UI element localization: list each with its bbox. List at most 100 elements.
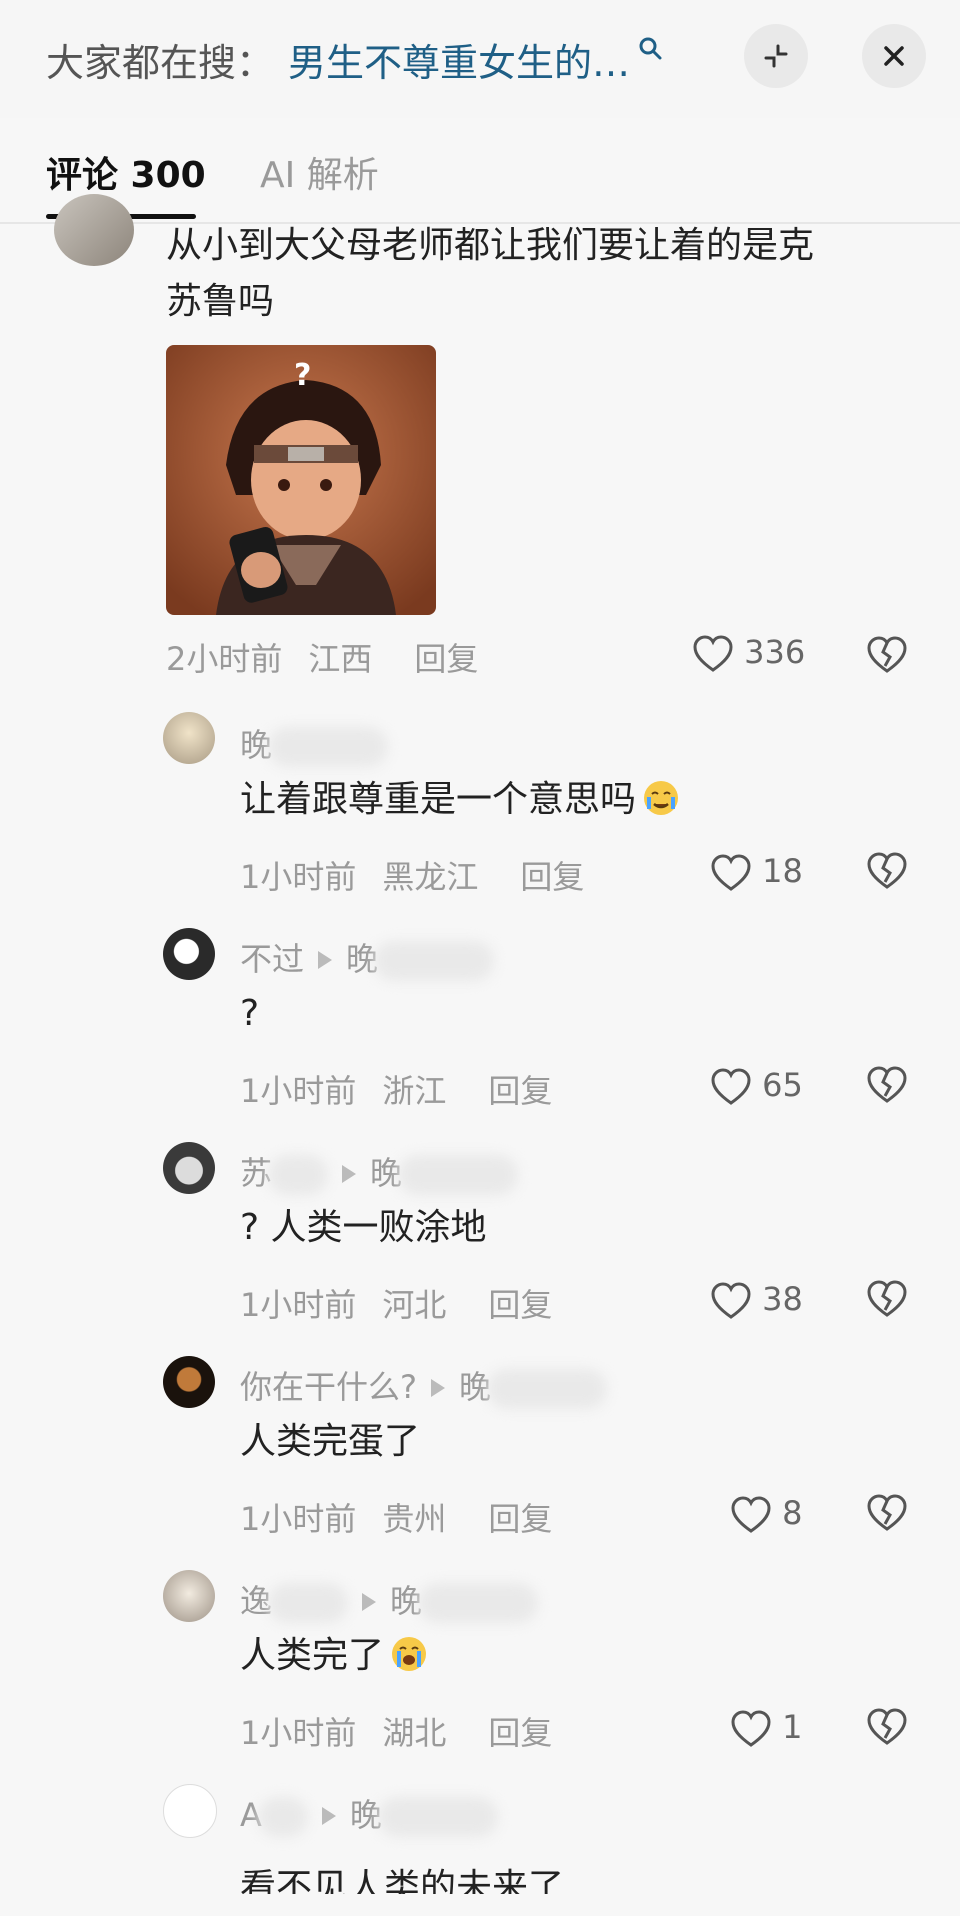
like-button[interactable]: 18 bbox=[710, 852, 803, 892]
reply-meta: 1小时前 黑龙江 回复 bbox=[240, 852, 610, 898]
tab-comments[interactable]: 评论 300 bbox=[46, 146, 206, 198]
reply-item: 苏晚 ? 人类一败涂地 1小时前 河北 回复 38 bbox=[0, 1134, 960, 1334]
reply-username: 晚 bbox=[240, 720, 389, 767]
reply-location: 黑龙江 bbox=[382, 858, 479, 896]
search-bar[interactable]: 大家都在搜： 男生不尊重女生的… bbox=[0, 0, 960, 118]
comment-time: 2小时前 bbox=[166, 640, 283, 678]
comment-text-line-2: 苏鲁吗 bbox=[166, 281, 275, 322]
search-prefix: 大家都在搜： bbox=[46, 41, 275, 85]
svg-text:?: ? bbox=[294, 358, 311, 393]
reply-button[interactable]: 回复 bbox=[488, 1714, 552, 1752]
reply-button[interactable]: 回复 bbox=[414, 640, 478, 678]
tab-ai-analysis[interactable]: AI 解析 bbox=[260, 146, 379, 198]
reply-button[interactable]: 回复 bbox=[488, 1072, 552, 1110]
reply-arrow-icon bbox=[362, 1593, 377, 1611]
avatar[interactable] bbox=[163, 928, 215, 980]
reply-arrow-icon bbox=[431, 1379, 445, 1397]
like-count: 65 bbox=[762, 1066, 803, 1104]
dislike-button[interactable] bbox=[866, 1280, 908, 1322]
reply-item: 你在干什么? 晚 人类完蛋了 1小时前 贵州 回复 8 bbox=[0, 1348, 960, 1548]
like-count: 38 bbox=[762, 1280, 803, 1318]
broken-heart-icon bbox=[867, 852, 907, 889]
reply-meta: 1小时前 浙江 回复 bbox=[240, 1066, 578, 1112]
redacted-name bbox=[257, 1797, 308, 1837]
dislike-button[interactable] bbox=[866, 1708, 908, 1750]
heart-icon bbox=[693, 635, 733, 672]
avatar[interactable] bbox=[163, 1570, 215, 1622]
redacted-name bbox=[374, 941, 495, 981]
comment-text-line-1: 从小到大父母老师都让我们要让着的是克 bbox=[166, 225, 815, 266]
like-count: 336 bbox=[744, 633, 806, 671]
reply-item: 逸晚 人类完了 1小时前 湖北 回复 1 bbox=[0, 1562, 960, 1762]
like-button[interactable]: 38 bbox=[710, 1280, 803, 1320]
redacted-name bbox=[377, 1797, 498, 1837]
reply-arrow-icon bbox=[321, 1807, 336, 1825]
broken-heart-icon bbox=[867, 636, 907, 673]
reply-text: 人类完蛋了 bbox=[240, 1421, 421, 1462]
like-button[interactable]: 65 bbox=[710, 1066, 803, 1106]
reply-location: 贵州 bbox=[382, 1500, 447, 1538]
reply-text: ? 人类一败涂地 bbox=[240, 1207, 487, 1248]
reply-time: 1小时前 bbox=[240, 1072, 357, 1110]
comment-item: 从小到大父母老师都让我们要让着的是克 苏鲁吗 2小时前 江西 回复 bbox=[0, 194, 960, 698]
reply-button[interactable]: 回复 bbox=[520, 858, 584, 896]
like-count: 18 bbox=[762, 852, 803, 890]
crying-emoji-icon bbox=[644, 781, 679, 815]
reply-text: 人类完了 bbox=[240, 1628, 428, 1684]
dislike-button[interactable] bbox=[866, 636, 908, 678]
reply-username: A晚 bbox=[240, 1790, 498, 1837]
dislike-button[interactable] bbox=[866, 1494, 908, 1536]
reply-time: 1小时前 bbox=[240, 1286, 357, 1324]
heart-icon bbox=[711, 1282, 751, 1319]
reply-location: 河北 bbox=[382, 1286, 447, 1324]
username[interactable]: 你在干什么? bbox=[240, 1368, 417, 1406]
avatar[interactable] bbox=[163, 712, 215, 764]
avatar[interactable] bbox=[54, 194, 134, 266]
reply-time: 1小时前 bbox=[240, 1714, 357, 1752]
collapse-icon bbox=[764, 44, 788, 68]
reply-item: 不过晚 ? 1小时前 浙江 回复 65 bbox=[0, 920, 960, 1120]
broken-heart-icon bbox=[867, 1280, 907, 1317]
search-icon[interactable] bbox=[636, 34, 664, 62]
close-button[interactable] bbox=[862, 24, 926, 88]
like-count: 1 bbox=[782, 1708, 803, 1746]
like-button[interactable]: 8 bbox=[730, 1494, 803, 1534]
like-button[interactable]: 1 bbox=[730, 1708, 803, 1748]
dislike-button[interactable] bbox=[866, 852, 908, 894]
comment-meta: 2小时前 江西 回复 bbox=[166, 634, 504, 680]
broken-heart-icon bbox=[867, 1066, 907, 1103]
reply-meta: 1小时前 贵州 回复 bbox=[240, 1494, 578, 1540]
redacted-name bbox=[268, 1583, 349, 1623]
reply-username: 苏晚 bbox=[240, 1148, 519, 1195]
broken-heart-icon bbox=[867, 1494, 907, 1531]
anime-character-image: ? bbox=[166, 345, 436, 615]
search-query-link[interactable]: 男生不尊重女生的… bbox=[288, 32, 630, 87]
reply-text: ? bbox=[240, 993, 260, 1034]
redacted-name bbox=[487, 1369, 608, 1409]
reply-time: 1小时前 bbox=[240, 1500, 357, 1538]
reply-text-content: 人类完了 bbox=[240, 1635, 385, 1676]
bottom-edge bbox=[0, 1894, 960, 1909]
reply-button[interactable]: 回复 bbox=[488, 1500, 552, 1538]
reply-meta: 1小时前 湖北 回复 bbox=[240, 1708, 578, 1754]
avatar[interactable] bbox=[163, 1784, 217, 1838]
username[interactable]: 不过 bbox=[240, 940, 304, 978]
reply-item: A晚 看不见人类的未来了 bbox=[0, 1776, 960, 1909]
heart-icon bbox=[731, 1710, 771, 1747]
avatar[interactable] bbox=[163, 1142, 215, 1194]
avatar[interactable] bbox=[163, 1356, 215, 1408]
tab-bar: 评论 300 AI 解析 bbox=[0, 118, 960, 224]
comment-location: 江西 bbox=[308, 640, 373, 678]
collapse-button[interactable] bbox=[744, 24, 808, 88]
like-button[interactable]: 336 bbox=[692, 633, 805, 673]
redacted-name bbox=[268, 1155, 329, 1195]
comment-image[interactable]: ? bbox=[166, 345, 436, 615]
reply-meta: 1小时前 河北 回复 bbox=[240, 1280, 578, 1326]
crying-emoji-icon bbox=[392, 1637, 427, 1671]
close-icon bbox=[884, 46, 904, 66]
reply-arrow-icon bbox=[342, 1165, 357, 1183]
reply-button[interactable]: 回复 bbox=[488, 1286, 552, 1324]
reply-text-content: 让着跟尊重是一个意思吗 bbox=[240, 779, 637, 820]
heart-icon bbox=[731, 1496, 771, 1533]
dislike-button[interactable] bbox=[866, 1066, 908, 1108]
